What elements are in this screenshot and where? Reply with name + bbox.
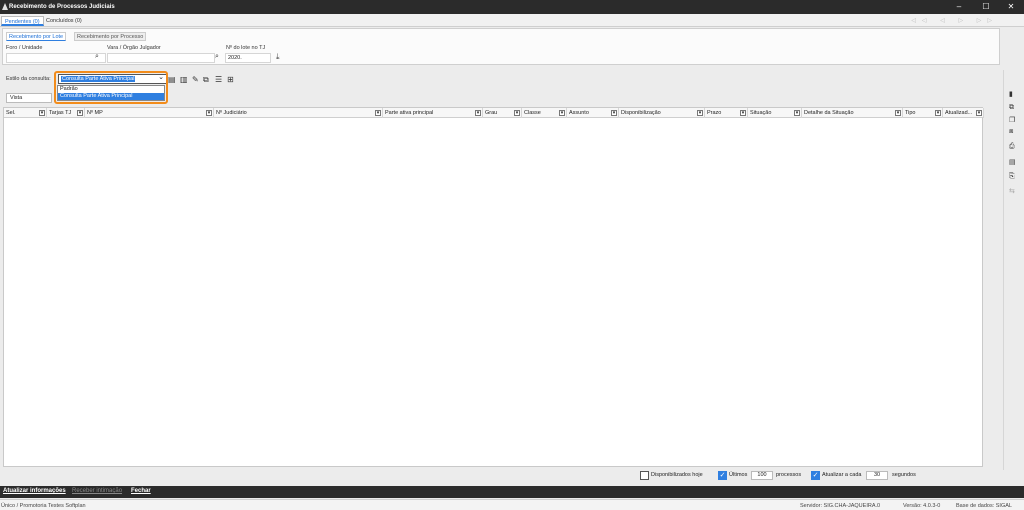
filter-dropdown-icon[interactable]: ▾ bbox=[39, 110, 45, 116]
column-tarjas[interactable]: Tarjas TJ ▾ bbox=[47, 108, 85, 118]
transfer-icon[interactable]: ⇆ bbox=[1009, 187, 1015, 195]
filter-dropdown-icon[interactable]: ▾ bbox=[206, 110, 212, 116]
filter-dropdown-icon[interactable]: ▾ bbox=[559, 110, 565, 116]
column-atualizado[interactable]: Atualizad... ▾ bbox=[943, 108, 984, 118]
receber-intimacao-button[interactable]: Receber intimação bbox=[72, 488, 122, 494]
ultimos-label: Últimos bbox=[729, 472, 748, 478]
filter-dropdown-icon[interactable]: ▾ bbox=[697, 110, 703, 116]
download-icon[interactable]: ⤓ bbox=[276, 52, 280, 62]
filter-dropdown-icon[interactable]: ▾ bbox=[976, 110, 982, 116]
copy-icon[interactable]: ⧉ bbox=[203, 75, 209, 85]
window-title: Recebimento de Processos Judiciais bbox=[9, 4, 115, 10]
filter-dropdown-icon[interactable]: ▾ bbox=[740, 110, 746, 116]
column-classe[interactable]: Classe ▾ bbox=[522, 108, 567, 118]
column-detalhe-situacao[interactable]: Detalhe da Situação ▾ bbox=[802, 108, 903, 118]
column-sel[interactable]: Sel. ▾ bbox=[4, 108, 47, 118]
edit-icon[interactable]: ✎ bbox=[192, 75, 199, 84]
ultimos-checkbox[interactable]: ✓ bbox=[718, 471, 727, 480]
segundos-label: segundos bbox=[892, 472, 916, 478]
tab-recebimento-por-lote[interactable]: Recebimento por Lote bbox=[6, 32, 67, 41]
column-tipo[interactable]: Tipo ▾ bbox=[903, 108, 943, 118]
grid-header: Sel. ▾ Tarjas TJ ▾ Nº MP ▾ Nº Judiciário ▾ P… bbox=[4, 108, 984, 118]
foro-field[interactable] bbox=[6, 53, 106, 63]
column-disponibilizacao[interactable]: Disponibilização ▾ bbox=[619, 108, 705, 118]
ultimos-input[interactable]: 100 bbox=[751, 471, 773, 480]
close-button[interactable]: ✕ bbox=[998, 1, 1024, 13]
filter-dropdown-icon[interactable]: ▾ bbox=[611, 110, 617, 116]
column-parte-ativa[interactable]: Parte ativa principal ▾ bbox=[383, 108, 483, 118]
stack-icon[interactable]: ⧉ bbox=[1009, 104, 1014, 112]
column-numero-mp[interactable]: Nº MP ▾ bbox=[85, 108, 214, 118]
atualizar-informacoes-button[interactable]: Atualizar informações bbox=[3, 488, 66, 494]
tab-pendentes[interactable]: Pendentes (0) bbox=[1, 16, 44, 26]
minimize-button[interactable]: – bbox=[946, 1, 972, 13]
print-icon[interactable]: ⎙ bbox=[1009, 143, 1015, 151]
tab-concluidos[interactable]: Concluídos (0) bbox=[43, 16, 85, 26]
top-tab-bar: Pendentes (0) Concluídos (0) ◁◁ ◁ ▷ ▷▷ bbox=[0, 14, 1024, 27]
history-icon[interactable]: ⎘ bbox=[1009, 173, 1015, 181]
tab-recebimento-por-processo[interactable]: Recebimento por Processo bbox=[74, 32, 147, 41]
duplicate-icon[interactable]: ⧈ bbox=[1009, 128, 1013, 136]
fechar-button[interactable]: Fechar bbox=[131, 488, 151, 494]
save-icon[interactable]: ▤ bbox=[168, 75, 176, 84]
column-numero-judiciario[interactable]: Nº Judiciário ▾ bbox=[214, 108, 383, 118]
copy-icon[interactable]: ❐ bbox=[1009, 116, 1015, 124]
navigation-arrows-icon[interactable]: ◁◁ ◁ ▷ ▷▷ bbox=[911, 17, 998, 24]
right-toolbar: ▮ ⧉ ❐ ⧈ ⎙ ▤ ⎘ ⇆ bbox=[1003, 70, 1021, 470]
processos-label: processos bbox=[776, 472, 802, 478]
process-grid[interactable]: Sel. ▾ Tarjas TJ ▾ Nº MP ▾ Nº Judiciário ▾ P… bbox=[3, 107, 984, 467]
filter-dropdown-icon[interactable]: ▾ bbox=[475, 110, 481, 116]
column-prazo[interactable]: Prazo ▾ bbox=[705, 108, 748, 118]
filter-dropdown-icon[interactable]: ▾ bbox=[794, 110, 800, 116]
action-bar: Atualizar informações Receber intimação … bbox=[0, 486, 1024, 498]
disponibilizados-label: Disponibilizados hoje bbox=[651, 472, 703, 478]
document-icon[interactable]: ▮ bbox=[1009, 90, 1013, 98]
column-grau[interactable]: Grau ▾ bbox=[483, 108, 522, 118]
delete-icon[interactable]: ▥ bbox=[180, 75, 188, 84]
lote-field[interactable]: 2020. bbox=[225, 53, 271, 63]
filter-dropdown-icon[interactable]: ▾ bbox=[375, 110, 381, 116]
status-unit: Único / Promotoria Testes Softplan bbox=[1, 503, 86, 509]
app-logo-icon bbox=[2, 3, 8, 10]
status-server: Servidor: SIG.CHA-JAQUEIRA.0 bbox=[800, 503, 881, 509]
foro-search-icon[interactable]: ⌕ bbox=[95, 53, 99, 61]
status-bar: Único / Promotoria Testes Softplan Servi… bbox=[0, 499, 1024, 510]
disponibilizados-checkbox[interactable] bbox=[640, 471, 649, 480]
status-database: Base de dados: SIGAL bbox=[956, 503, 1012, 509]
vista-select[interactable]: Vista bbox=[6, 93, 52, 103]
lote-label: Nº do lote no TJ bbox=[226, 45, 266, 51]
vara-search-icon[interactable]: ⌕ bbox=[215, 53, 219, 61]
consulta-label: Estilo da consulta: bbox=[6, 76, 51, 82]
layout-icon[interactable]: ⊞ bbox=[227, 75, 234, 84]
report-icon[interactable]: ▤ bbox=[1009, 158, 1016, 166]
filter-dropdown-icon[interactable]: ▾ bbox=[895, 110, 901, 116]
column-assunto[interactable]: Assunto ▾ bbox=[567, 108, 619, 118]
vara-label: Vara / Órgão Julgador bbox=[107, 45, 161, 51]
column-situacao[interactable]: Situação ▾ bbox=[748, 108, 802, 118]
maximize-button[interactable]: ☐ bbox=[973, 1, 999, 13]
status-version: Versão: 4.0.3-0 bbox=[903, 503, 941, 509]
filter-dropdown-icon[interactable]: ▾ bbox=[514, 110, 520, 116]
focus-highlight-box bbox=[54, 71, 168, 104]
atualizar-checkbox[interactable]: ✓ bbox=[811, 471, 820, 480]
atualizar-label: Atualizar a cada bbox=[822, 472, 862, 478]
vara-field[interactable] bbox=[107, 53, 215, 63]
window-titlebar: Recebimento de Processos Judiciais – ☐ ✕ bbox=[0, 0, 1024, 14]
filter-dropdown-icon[interactable]: ▾ bbox=[935, 110, 941, 116]
atualizar-input[interactable]: 30 bbox=[866, 471, 888, 480]
filter-dropdown-icon[interactable]: ▾ bbox=[77, 110, 83, 116]
filter-panel: Recebimento por Lote Recebimento por Pro… bbox=[2, 28, 1000, 65]
list-icon[interactable]: ☰ bbox=[215, 75, 222, 84]
foro-label: Foro / Unidade bbox=[6, 45, 43, 51]
